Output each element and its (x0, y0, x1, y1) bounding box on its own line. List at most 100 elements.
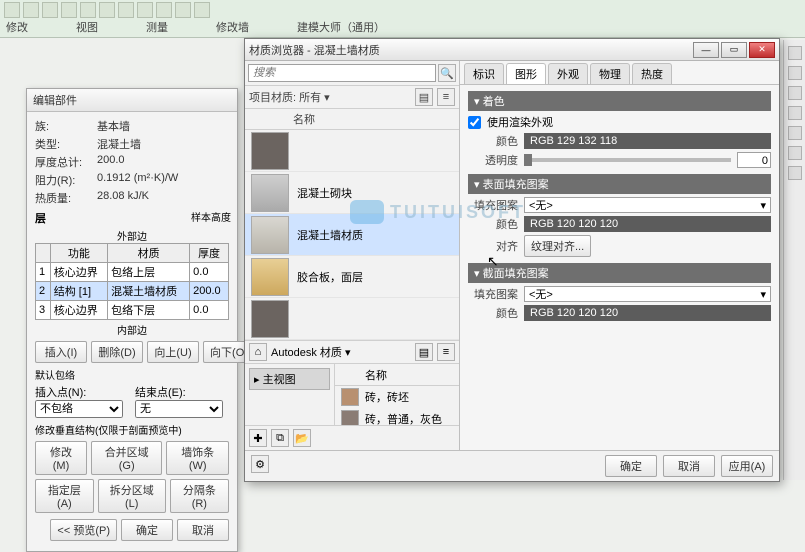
view-options-icon[interactable]: ≡ (437, 343, 455, 361)
color-value[interactable]: RGB 120 120 120 (524, 305, 771, 321)
view-list-icon[interactable]: ▤ (415, 343, 433, 361)
breadcrumb-lib[interactable]: Autodesk 材质 ▾ (271, 344, 351, 360)
library-item[interactable]: 砖，普通，灰色 (335, 408, 459, 425)
ribbon-icon[interactable] (175, 2, 191, 18)
trans-label: 透明度 (468, 152, 518, 168)
pattern-select[interactable]: <无>▾ (524, 286, 771, 302)
ribbon-icon[interactable] (61, 2, 77, 18)
minimize-button[interactable]: — (693, 42, 719, 58)
ribbon-group: 测量 (146, 19, 168, 37)
material-browser-dialog: 材质浏览器 - 混凝土墙材质 — ▭ ✕ 🔍 项目材质: 所有 ▾ ▤ ≡ 名称… (244, 38, 780, 482)
value-thick: 200.0 (97, 154, 229, 170)
table-row[interactable]: 2结构 [1]混凝土墙材质200.0 (36, 282, 229, 301)
value-type: 混凝土墙 (97, 136, 229, 152)
cancel-button[interactable]: 取消 (663, 455, 715, 477)
color-value[interactable]: RGB 129 132 118 (524, 133, 771, 149)
cancel-button[interactable]: 取消 (177, 519, 229, 541)
use-render-label: 使用渲染外观 (487, 114, 553, 130)
ribbon-icon[interactable] (99, 2, 115, 18)
label-type: 类型: (35, 136, 91, 152)
merge-button[interactable]: 合并区域(G) (91, 441, 162, 475)
up-button[interactable]: 向上(U) (147, 341, 199, 363)
apply-button[interactable]: 应用(A) (721, 455, 773, 477)
color-label: 颜色 (468, 133, 518, 149)
tab-2[interactable]: 外观 (548, 63, 588, 84)
trans-slider[interactable] (524, 158, 731, 162)
split-button[interactable]: 拆分区域(L) (98, 479, 166, 513)
reveal-button[interactable]: 分隔条(R) (170, 479, 229, 513)
search-icon[interactable]: 🔍 (438, 64, 456, 82)
insert-point-label: 插入点(N): (35, 384, 123, 400)
color-value[interactable]: RGB 120 120 120 (524, 216, 771, 232)
open-library-icon[interactable]: 📂 (293, 429, 311, 447)
material-item[interactable] (245, 298, 459, 340)
table-row[interactable]: 1核心边界包络上层0.0 (36, 263, 229, 282)
material-item[interactable]: 混凝土砌块 (245, 172, 459, 214)
material-name: 砖，砖坯 (365, 389, 409, 405)
material-item[interactable]: 混凝土墙材质 (245, 214, 459, 256)
tab-1[interactable]: 图形 (506, 63, 546, 84)
ribbon-group: 修改 (6, 19, 28, 37)
assign-button[interactable]: 指定层(A) (35, 479, 94, 513)
group-surface-pattern[interactable]: ▾ 表面填充图案 (468, 174, 771, 194)
material-name: 砖，普通，灰色 (365, 411, 442, 425)
label-family: 族: (35, 118, 91, 134)
project-materials-label[interactable]: 项目材质: 所有 ▾ (249, 89, 330, 105)
ok-button[interactable]: 确定 (605, 455, 657, 477)
view-options-icon[interactable]: ≡ (437, 88, 455, 106)
ribbon-icon[interactable] (118, 2, 134, 18)
dialog-titlebar[interactable]: 材质浏览器 - 混凝土墙材质 — ▭ ✕ (245, 39, 779, 61)
wrap-title: 默认包络 (35, 367, 229, 382)
ribbon-icons (4, 2, 210, 18)
tab-4[interactable]: 热度 (632, 63, 672, 84)
ribbon-icon[interactable] (4, 2, 20, 18)
tree-root[interactable]: ▸ 主视图 (249, 368, 330, 390)
group-shading[interactable]: ▾ 着色 (468, 91, 771, 111)
ribbon-icon[interactable] (137, 2, 153, 18)
property-tabs: 标识图形外观物理热度 (460, 61, 779, 85)
preview-button[interactable]: << 预览(P) (50, 519, 117, 541)
end-point-label: 结束点(E): (135, 384, 223, 400)
ribbon-icon[interactable] (80, 2, 96, 18)
maximize-button[interactable]: ▭ (721, 42, 747, 58)
material-thumb (251, 216, 289, 254)
group-cut-pattern[interactable]: ▾ 截面填充图案 (468, 263, 771, 283)
ok-button[interactable]: 确定 (121, 519, 173, 541)
delete-button[interactable]: 删除(D) (91, 341, 143, 363)
trans-value[interactable]: 0 (737, 152, 771, 168)
library-item[interactable]: 砖，砖坯 (335, 386, 459, 408)
table-row[interactable]: 3核心边界包络下层0.0 (36, 301, 229, 320)
modify-button[interactable]: 修改(M) (35, 441, 87, 475)
insert-button[interactable]: 插入(I) (35, 341, 87, 363)
sweep-button[interactable]: 墙饰条(W) (166, 441, 229, 475)
ribbon-icon[interactable] (194, 2, 210, 18)
ribbon: 修改 视图 测量 修改墙 建模大师（通用） (0, 0, 805, 38)
ribbon-icon[interactable] (42, 2, 58, 18)
layers-table: 功能材质厚度 1核心边界包络上层0.0 2结构 [1]混凝土墙材质200.0 3… (35, 243, 229, 320)
material-swatch (341, 388, 359, 406)
material-thumb (251, 300, 289, 338)
close-button[interactable]: ✕ (749, 42, 775, 58)
ribbon-icon[interactable] (156, 2, 172, 18)
end-point-select[interactable]: 无 (135, 400, 223, 418)
create-material-icon[interactable]: ✚ (249, 429, 267, 447)
ribbon-group: 视图 (76, 19, 98, 37)
view-list-icon[interactable]: ▤ (415, 88, 433, 106)
align-button[interactable]: 纹理对齐... (524, 235, 591, 257)
tab-0[interactable]: 标识 (464, 63, 504, 84)
align-label: 对齐 (468, 238, 518, 254)
home-icon[interactable]: ⌂ (249, 343, 267, 361)
settings-icon[interactable]: ⚙ (251, 455, 269, 473)
search-input[interactable] (248, 64, 436, 82)
material-item[interactable] (245, 130, 459, 172)
material-item[interactable]: 胶合板，面层 (245, 256, 459, 298)
insert-point-select[interactable]: 不包络 (35, 400, 123, 418)
ribbon-icon[interactable] (23, 2, 39, 18)
pattern-select[interactable]: <无>▾ (524, 197, 771, 213)
material-thumb (251, 174, 289, 212)
project-material-list: 混凝土砌块混凝土墙材质胶合板，面层 (245, 130, 459, 340)
right-panel-collapsed[interactable] (783, 40, 805, 480)
use-render-checkbox[interactable] (468, 116, 481, 129)
duplicate-icon[interactable]: ⧉ (271, 429, 289, 447)
tab-3[interactable]: 物理 (590, 63, 630, 84)
